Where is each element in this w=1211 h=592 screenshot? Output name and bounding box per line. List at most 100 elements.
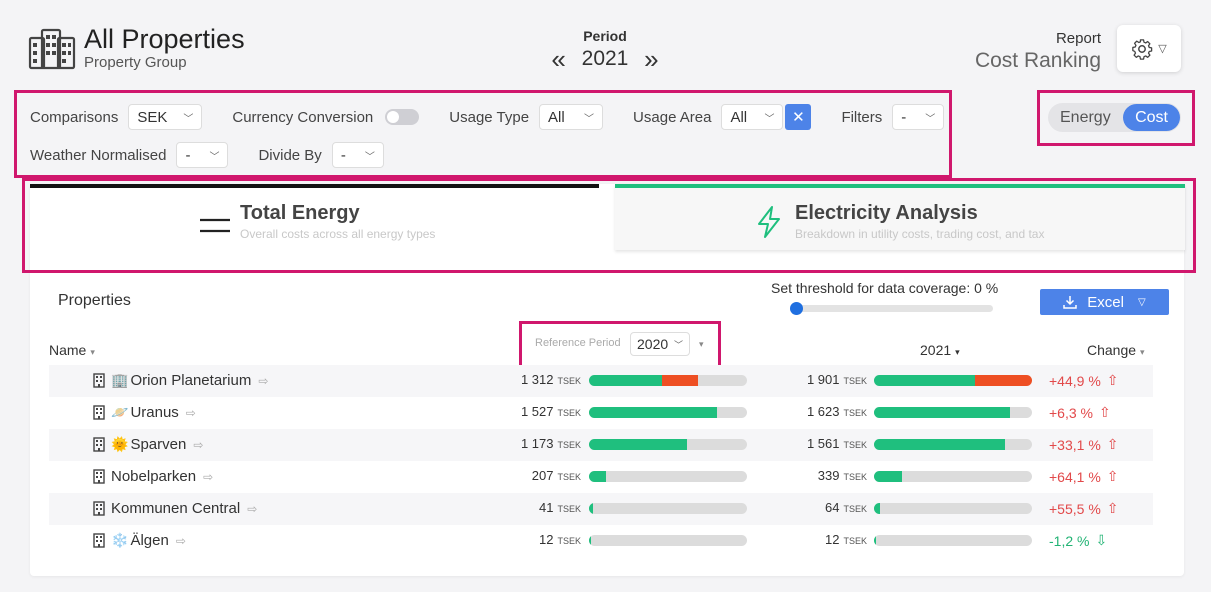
period-prev-icon[interactable]: « xyxy=(546,46,572,72)
period-label: Period xyxy=(583,28,627,44)
property-name[interactable]: 🌞 Sparven ⇨ xyxy=(111,436,203,453)
weather-normalised-select[interactable]: - ﹀ xyxy=(176,142,229,168)
change-value: +64,1 % ⇧ xyxy=(1049,468,1119,485)
open-link-icon[interactable]: ⇨ xyxy=(258,374,268,388)
coverage-bar xyxy=(589,471,747,482)
filters-select[interactable]: - ﹀ xyxy=(892,104,945,130)
building-icon xyxy=(93,437,105,457)
unit-label: TSEK xyxy=(557,440,581,450)
usage-type-label: Usage Type xyxy=(449,108,530,126)
sort-icon: ▾ xyxy=(90,347,95,357)
open-link-icon[interactable]: ⇨ xyxy=(203,470,213,484)
open-link-icon[interactable]: ⇨ xyxy=(176,534,186,548)
change-value: +6,3 % ⇧ xyxy=(1049,404,1111,421)
building-icon xyxy=(93,405,105,425)
coverage-bar xyxy=(874,439,1032,450)
property-name-text: Kommunen Central xyxy=(111,500,241,517)
bar-segment-green xyxy=(874,375,976,386)
property-name-text: Orion Planetarium xyxy=(130,372,252,389)
reference-value: 1 312 TSEK xyxy=(520,372,581,387)
chevron-down-icon: ﹀ xyxy=(584,113,595,125)
column-change[interactable]: Change ▾ xyxy=(1087,342,1145,358)
table-row[interactable]: 🪐 Uranus ⇨ 1 527 TSEK 1 623 TSEK +6,3 % ⇧ xyxy=(49,397,1153,429)
chevron-down-icon: ﹀ xyxy=(183,113,194,125)
report-label: Report xyxy=(1055,30,1101,47)
current-value: 1 561 TSEK xyxy=(806,436,867,451)
bar-segment-green xyxy=(874,503,880,514)
property-name-text: Uranus xyxy=(130,404,179,421)
bar-segment-green xyxy=(589,439,687,450)
current-value: 12 TSEK xyxy=(825,532,867,547)
property-emoji: 🪐 xyxy=(111,404,129,420)
period-next-icon[interactable]: » xyxy=(638,46,664,72)
period-selector: Period « 2021 » xyxy=(540,28,670,72)
column-current-year[interactable]: 2021 ▾ xyxy=(920,342,960,358)
energy-option[interactable]: Energy xyxy=(1048,104,1123,131)
cost-option[interactable]: Cost xyxy=(1123,104,1180,131)
property-name[interactable]: ❄️ Älgen ⇨ xyxy=(111,532,186,549)
unit-label: TSEK xyxy=(843,472,867,482)
property-name-text: Nobelparken xyxy=(111,468,197,485)
comparisons-value: SEK xyxy=(137,108,168,126)
coverage-bar xyxy=(589,407,747,418)
open-link-icon[interactable]: ⇨ xyxy=(193,438,203,452)
usage-type-select[interactable]: All ﹀ xyxy=(539,104,604,130)
chevron-down-icon: ﹀ xyxy=(209,151,220,163)
currency-conversion-label: Currency Conversion xyxy=(232,108,374,126)
change-value: -1,2 % ⇩ xyxy=(1049,532,1108,549)
table-row[interactable]: Nobelparken ⇨ 207 TSEK 339 TSEK +64,1 % ⇧ xyxy=(49,461,1153,493)
gear-icon xyxy=(1132,38,1153,60)
current-year-label: 2021 xyxy=(920,342,952,358)
building-icon xyxy=(93,501,105,521)
sort-icon: ▾ xyxy=(1140,347,1145,357)
clear-usage-area-button[interactable]: ✕ xyxy=(785,104,812,130)
open-link-icon[interactable]: ⇨ xyxy=(186,406,196,420)
filters-panel: Comparisons SEK ﹀ Currency Conversion Usa… xyxy=(16,92,950,176)
report-info: Report Cost Ranking xyxy=(975,30,1101,73)
unit-label: TSEK xyxy=(557,376,581,386)
divide-by-select[interactable]: - ﹀ xyxy=(331,142,384,168)
settings-button[interactable]: ▽ xyxy=(1117,25,1181,72)
period-year: 2021 xyxy=(581,47,629,70)
arrow-up-icon: ⇧ xyxy=(1106,372,1119,388)
slider-handle[interactable] xyxy=(790,302,803,315)
divide-by-label: Divide By xyxy=(258,146,322,164)
property-emoji: ❄️ xyxy=(111,532,129,548)
property-name[interactable]: 🏢 Orion Planetarium ⇨ xyxy=(111,372,268,389)
report-value[interactable]: Cost Ranking xyxy=(975,49,1101,73)
open-link-icon[interactable]: ⇨ xyxy=(247,502,257,516)
bar-segment-green xyxy=(589,535,591,546)
arrow-up-icon: ⇧ xyxy=(1098,404,1111,420)
bar-segment-green xyxy=(874,535,876,546)
reference-value: 1 527 TSEK xyxy=(520,404,581,419)
coverage-bar xyxy=(589,503,747,514)
property-name[interactable]: 🪐 Uranus ⇨ xyxy=(111,404,196,421)
bar-segment-green xyxy=(589,407,717,418)
usage-type-value: All xyxy=(548,108,565,126)
currency-conversion-toggle[interactable] xyxy=(385,109,420,125)
usage-area-select[interactable]: All ﹀ xyxy=(721,104,784,130)
table-row[interactable]: ❄️ Älgen ⇨ 12 TSEK 12 TSEK -1,2 % ⇩ xyxy=(49,525,1153,557)
page-subtitle: Property Group xyxy=(84,54,187,71)
energy-cost-toggle[interactable]: Energy Cost xyxy=(1048,103,1181,132)
bar-segment-orange xyxy=(975,375,1032,386)
properties-table: 🏢 Orion Planetarium ⇨ 1 312 TSEK 1 901 TSEK +44… xyxy=(49,365,1153,557)
reference-value: 207 TSEK xyxy=(531,468,581,483)
bar-segment-green xyxy=(874,471,903,482)
excel-export-button[interactable]: Excel ▽ xyxy=(1040,289,1169,315)
threshold-label: Set threshold for data coverage: 0 % xyxy=(771,280,999,296)
weather-normalised-label: Weather Normalised xyxy=(30,146,167,164)
unit-label: TSEK xyxy=(843,504,867,514)
current-value: 1 623 TSEK xyxy=(806,404,867,419)
column-name[interactable]: Name ▾ xyxy=(49,342,95,358)
table-row[interactable]: Kommunen Central ⇨ 41 TSEK 64 TSEK +55,5 % ⇧ xyxy=(49,493,1153,525)
table-row[interactable]: 🏢 Orion Planetarium ⇨ 1 312 TSEK 1 901 TSEK +44… xyxy=(49,365,1153,397)
comparisons-select[interactable]: SEK ﹀ xyxy=(128,104,203,130)
comparisons-label: Comparisons xyxy=(30,108,119,126)
property-name[interactable]: Nobelparken ⇨ xyxy=(111,468,213,485)
tabs-highlight xyxy=(22,178,1196,273)
unit-label: TSEK xyxy=(557,408,581,418)
table-row[interactable]: 🌞 Sparven ⇨ 1 173 TSEK 1 561 TSEK +33,1 % ⇧ xyxy=(49,429,1153,461)
property-name[interactable]: Kommunen Central ⇨ xyxy=(111,500,257,517)
threshold-slider[interactable] xyxy=(790,302,993,315)
